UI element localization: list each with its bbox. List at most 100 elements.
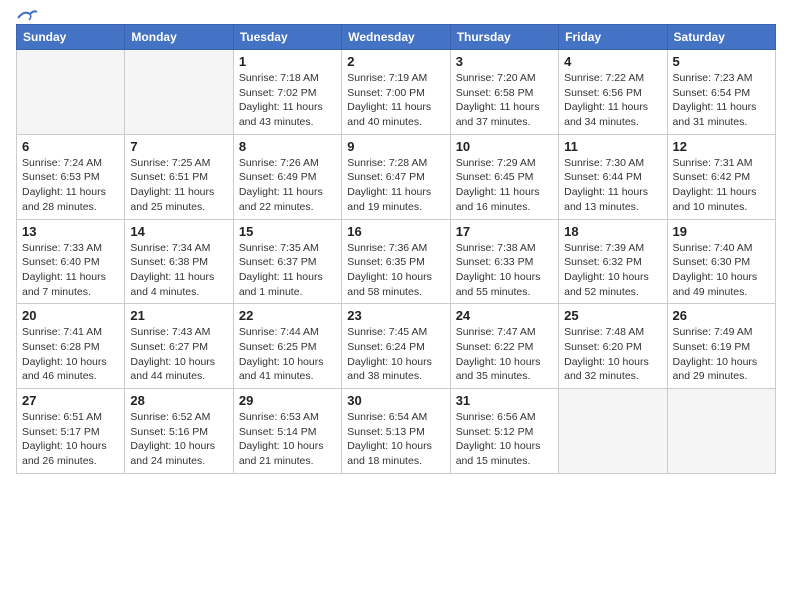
calendar-cell: 3 Sunrise: 7:20 AMSunset: 6:58 PMDaylight… (450, 50, 558, 135)
day-number: 2 (347, 54, 444, 69)
day-number: 3 (456, 54, 553, 69)
day-number: 25 (564, 308, 661, 323)
day-info: Sunrise: 7:44 AMSunset: 6:25 PMDaylight:… (239, 325, 336, 384)
day-number: 6 (22, 139, 119, 154)
day-info: Sunrise: 6:53 AMSunset: 5:14 PMDaylight:… (239, 410, 336, 469)
calendar-cell: 30 Sunrise: 6:54 AMSunset: 5:13 PMDayligh… (342, 389, 450, 474)
weekday-header-tuesday: Tuesday (233, 25, 341, 50)
calendar-cell: 9 Sunrise: 7:28 AMSunset: 6:47 PMDaylight… (342, 134, 450, 219)
day-number: 7 (130, 139, 227, 154)
day-number: 11 (564, 139, 661, 154)
day-number: 4 (564, 54, 661, 69)
day-number: 29 (239, 393, 336, 408)
week-row-2: 6 Sunrise: 7:24 AMSunset: 6:53 PMDaylight… (17, 134, 776, 219)
calendar-cell: 11Sunrise: 7:30 AMSunset: 6:44 PMDayligh… (559, 134, 667, 219)
calendar-cell: 24Sunrise: 7:47 AMSunset: 6:22 PMDayligh… (450, 304, 558, 389)
calendar-cell: 28 Sunrise: 6:52 AMSunset: 5:16 PMDayligh… (125, 389, 233, 474)
day-number: 15 (239, 224, 336, 239)
calendar-cell (559, 389, 667, 474)
day-number: 20 (22, 308, 119, 323)
day-info: Sunrise: 6:51 AMSunset: 5:17 PMDaylight:… (22, 410, 119, 469)
day-info: Sunrise: 7:33 AMSunset: 6:40 PMDaylight:… (22, 241, 119, 300)
week-row-1: 1Sunrise: 7:18 AMSunset: 7:02 PMDaylight… (17, 50, 776, 135)
day-info: Sunrise: 7:31 AMSunset: 6:42 PMDaylight:… (673, 156, 770, 215)
calendar-cell (17, 50, 125, 135)
weekday-header-sunday: Sunday (17, 25, 125, 50)
day-number: 5 (673, 54, 770, 69)
day-info: Sunrise: 7:20 AMSunset: 6:58 PMDaylight:… (456, 71, 553, 130)
calendar-header-row: SundayMondayTuesdayWednesdayThursdayFrid… (17, 25, 776, 50)
day-info: Sunrise: 7:43 AMSunset: 6:27 PMDaylight:… (130, 325, 227, 384)
day-number: 18 (564, 224, 661, 239)
calendar-cell: 7 Sunrise: 7:25 AMSunset: 6:51 PMDaylight… (125, 134, 233, 219)
calendar-cell: 23 Sunrise: 7:45 AMSunset: 6:24 PMDayligh… (342, 304, 450, 389)
calendar-cell: 6 Sunrise: 7:24 AMSunset: 6:53 PMDaylight… (17, 134, 125, 219)
weekday-header-monday: Monday (125, 25, 233, 50)
calendar-cell: 19 Sunrise: 7:40 AMSunset: 6:30 PMDayligh… (667, 219, 775, 304)
day-number: 19 (673, 224, 770, 239)
weekday-header-wednesday: Wednesday (342, 25, 450, 50)
day-info: Sunrise: 7:29 AMSunset: 6:45 PMDaylight:… (456, 156, 553, 215)
day-info: Sunrise: 7:40 AMSunset: 6:30 PMDaylight:… (673, 241, 770, 300)
day-number: 10 (456, 139, 553, 154)
day-info: Sunrise: 7:39 AMSunset: 6:32 PMDaylight:… (564, 241, 661, 300)
calendar-cell: 14Sunrise: 7:34 AMSunset: 6:38 PMDayligh… (125, 219, 233, 304)
calendar-cell: 25Sunrise: 7:48 AMSunset: 6:20 PMDayligh… (559, 304, 667, 389)
day-info: Sunrise: 7:41 AMSunset: 6:28 PMDaylight:… (22, 325, 119, 384)
calendar-cell: 2 Sunrise: 7:19 AMSunset: 7:00 PMDaylight… (342, 50, 450, 135)
day-info: Sunrise: 6:54 AMSunset: 5:13 PMDaylight:… (347, 410, 444, 469)
logo-bird-icon (16, 8, 38, 24)
calendar-cell: 31 Sunrise: 6:56 AMSunset: 5:12 PMDayligh… (450, 389, 558, 474)
week-row-3: 13 Sunrise: 7:33 AMSunset: 6:40 PMDayligh… (17, 219, 776, 304)
calendar-cell: 10 Sunrise: 7:29 AMSunset: 6:45 PMDayligh… (450, 134, 558, 219)
day-info: Sunrise: 7:22 AMSunset: 6:56 PMDaylight:… (564, 71, 661, 130)
day-number: 30 (347, 393, 444, 408)
calendar-cell: 4 Sunrise: 7:22 AMSunset: 6:56 PMDaylight… (559, 50, 667, 135)
weekday-header-saturday: Saturday (667, 25, 775, 50)
day-info: Sunrise: 7:23 AMSunset: 6:54 PMDaylight:… (673, 71, 770, 130)
day-info: Sunrise: 7:24 AMSunset: 6:53 PMDaylight:… (22, 156, 119, 215)
calendar-cell: 8 Sunrise: 7:26 AMSunset: 6:49 PMDaylight… (233, 134, 341, 219)
calendar-cell: 29 Sunrise: 6:53 AMSunset: 5:14 PMDayligh… (233, 389, 341, 474)
day-info: Sunrise: 7:28 AMSunset: 6:47 PMDaylight:… (347, 156, 444, 215)
week-row-4: 20 Sunrise: 7:41 AMSunset: 6:28 PMDayligh… (17, 304, 776, 389)
day-number: 28 (130, 393, 227, 408)
calendar-cell: 18 Sunrise: 7:39 AMSunset: 6:32 PMDayligh… (559, 219, 667, 304)
calendar-cell: 5 Sunrise: 7:23 AMSunset: 6:54 PMDaylight… (667, 50, 775, 135)
calendar-cell (667, 389, 775, 474)
day-number: 9 (347, 139, 444, 154)
weekday-header-thursday: Thursday (450, 25, 558, 50)
day-info: Sunrise: 7:45 AMSunset: 6:24 PMDaylight:… (347, 325, 444, 384)
day-number: 14 (130, 224, 227, 239)
calendar-cell: 15 Sunrise: 7:35 AMSunset: 6:37 PMDayligh… (233, 219, 341, 304)
day-number: 8 (239, 139, 336, 154)
day-number: 31 (456, 393, 553, 408)
calendar-cell (125, 50, 233, 135)
day-info: Sunrise: 6:52 AMSunset: 5:16 PMDaylight:… (130, 410, 227, 469)
calendar-cell: 20 Sunrise: 7:41 AMSunset: 6:28 PMDayligh… (17, 304, 125, 389)
day-info: Sunrise: 6:56 AMSunset: 5:12 PMDaylight:… (456, 410, 553, 469)
day-info: Sunrise: 7:19 AMSunset: 7:00 PMDaylight:… (347, 71, 444, 130)
calendar-cell: 17 Sunrise: 7:38 AMSunset: 6:33 PMDayligh… (450, 219, 558, 304)
day-info: Sunrise: 7:36 AMSunset: 6:35 PMDaylight:… (347, 241, 444, 300)
calendar-cell: 16 Sunrise: 7:36 AMSunset: 6:35 PMDayligh… (342, 219, 450, 304)
calendar-cell: 21 Sunrise: 7:43 AMSunset: 6:27 PMDayligh… (125, 304, 233, 389)
day-info: Sunrise: 7:18 AMSunset: 7:02 PMDaylight:… (239, 71, 336, 130)
day-number: 13 (22, 224, 119, 239)
day-info: Sunrise: 7:26 AMSunset: 6:49 PMDaylight:… (239, 156, 336, 215)
day-number: 21 (130, 308, 227, 323)
calendar-cell: 26 Sunrise: 7:49 AMSunset: 6:19 PMDayligh… (667, 304, 775, 389)
day-info: Sunrise: 7:35 AMSunset: 6:37 PMDaylight:… (239, 241, 336, 300)
day-number: 22 (239, 308, 336, 323)
day-info: Sunrise: 7:38 AMSunset: 6:33 PMDaylight:… (456, 241, 553, 300)
day-number: 12 (673, 139, 770, 154)
day-number: 16 (347, 224, 444, 239)
day-info: Sunrise: 7:49 AMSunset: 6:19 PMDaylight:… (673, 325, 770, 384)
day-number: 17 (456, 224, 553, 239)
calendar-table: SundayMondayTuesdayWednesdayThursdayFrid… (16, 24, 776, 474)
day-number: 27 (22, 393, 119, 408)
day-info: Sunrise: 7:25 AMSunset: 6:51 PMDaylight:… (130, 156, 227, 215)
day-number: 23 (347, 308, 444, 323)
calendar-cell: 27 Sunrise: 6:51 AMSunset: 5:17 PMDayligh… (17, 389, 125, 474)
day-number: 26 (673, 308, 770, 323)
